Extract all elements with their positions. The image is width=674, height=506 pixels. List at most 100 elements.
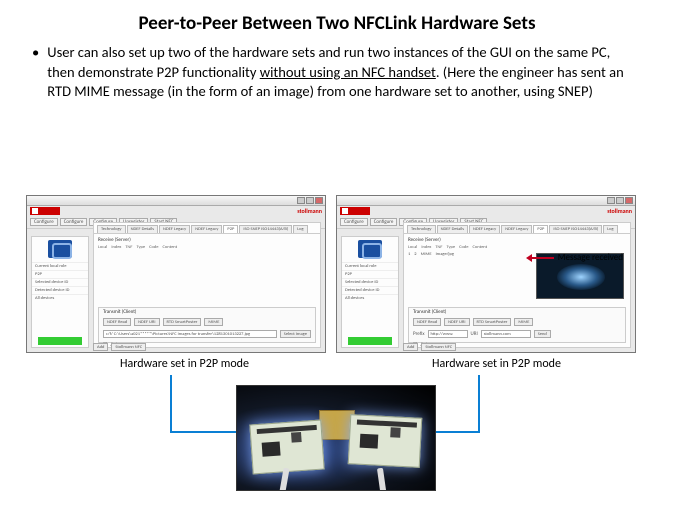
tab-log[interactable]: Log xyxy=(293,225,307,233)
client-button-row: NDEF Read NDEF URI RTD SmartPoster MIME xyxy=(409,316,625,328)
col-tnf: TNF xyxy=(125,245,132,250)
side-label: All devices xyxy=(342,294,398,302)
side-label: P2P xyxy=(32,270,88,278)
nfc-badge-icon xyxy=(358,240,382,258)
receive-headers: Local Index TNF Type Code Content xyxy=(404,244,630,251)
mime-button[interactable]: MIME xyxy=(514,318,533,326)
ti-logo-icon xyxy=(30,207,60,215)
col-content: Content xyxy=(163,245,178,250)
minimize-icon[interactable] xyxy=(607,197,615,204)
tab-ndef-legacy[interactable]: NDEF Legacy xyxy=(159,225,190,233)
client-button-row: NDEF Read NDEF URI RTD SmartPoster MIME xyxy=(99,316,315,328)
app-window-right: stollmann Configure Configure Configure … xyxy=(336,195,636,353)
side-label: All devices xyxy=(32,294,88,302)
app-window-left: stollmann Configure Configure Configure … xyxy=(26,195,326,353)
tab-log[interactable]: Log xyxy=(603,225,617,233)
tab-p2p[interactable]: P2P xyxy=(223,225,238,233)
col-local: Local xyxy=(98,245,107,250)
config-button[interactable]: Configure xyxy=(60,218,88,226)
bullet-dot: • xyxy=(32,43,44,63)
col-content: Content xyxy=(473,245,488,250)
caption-right: Hardware set in P2P mode xyxy=(432,357,561,371)
transmit-label: Transmit (Client) xyxy=(99,308,315,316)
tab-technology[interactable]: Technology xyxy=(407,225,436,233)
tab-ndef-legacy2[interactable]: NDEF Legacy xyxy=(501,225,532,233)
brand-row: stollmann xyxy=(337,206,635,216)
titlebar xyxy=(27,196,325,206)
tab-ndef-details[interactable]: NDEF Details xyxy=(127,225,158,233)
ndef-uri-button[interactable]: NDEF URI xyxy=(134,318,159,326)
slide-title: Peer-to-Peer Between Two NFCLink Hardwar… xyxy=(0,0,674,43)
col-code: Code xyxy=(459,245,468,250)
bullet-paragraph: • User can also set up two of the hardwa… xyxy=(0,43,674,102)
prefix-label: Prefix xyxy=(413,331,425,337)
add-button[interactable]: Add xyxy=(93,343,108,351)
config-button[interactable]: Configure xyxy=(370,218,398,226)
main-panel: Technology NDEF Details NDEF Legacy NDEF… xyxy=(93,222,321,348)
side-label: P2P xyxy=(342,270,398,278)
cell-mime: MIME xyxy=(421,252,432,257)
nfc-badge-icon xyxy=(48,240,72,258)
cell-content: image/jpg xyxy=(436,252,454,257)
rtd-smartposter-button[interactable]: RTD SmartPoster xyxy=(163,318,202,326)
uri-row: Prefix http://www. URI stollmann.com Sen… xyxy=(409,328,625,340)
close-icon[interactable] xyxy=(315,197,323,204)
close-icon[interactable] xyxy=(625,197,633,204)
stollmann-nfc-button[interactable]: Stollmann NFC xyxy=(111,343,146,351)
figure-area: stollmann Configure Configure Configure … xyxy=(0,195,674,506)
transmit-label: Transmit (Client) xyxy=(409,308,625,316)
window-buttons xyxy=(297,197,323,204)
connector-line xyxy=(478,375,480,433)
brand-row: stollmann xyxy=(27,206,325,216)
side-label: Current local role xyxy=(342,262,398,270)
uri-field[interactable]: stollmann.com xyxy=(481,330,531,338)
tab-p2p[interactable]: P2P xyxy=(533,225,548,233)
receive-label: Receive (Server) xyxy=(404,234,630,244)
side-label: Detected device ID xyxy=(32,286,88,294)
receive-label: Receive (Server) xyxy=(94,234,320,244)
caption-left: Hardware set in P2P mode xyxy=(120,357,249,371)
select-image-button[interactable]: Select Image xyxy=(280,330,311,338)
side-label: Current local role xyxy=(32,262,88,270)
ndef-uri-button[interactable]: NDEF URI xyxy=(444,318,469,326)
hardware-photo xyxy=(236,385,436,491)
tab-technology[interactable]: Technology xyxy=(97,225,126,233)
bottom-button-row: Add Stollmann NFC xyxy=(93,343,146,351)
col-code: Code xyxy=(149,245,158,250)
usb-cable-icon xyxy=(377,468,387,491)
ndef-read-button[interactable]: NDEF Read xyxy=(103,318,131,326)
col-index: Index xyxy=(421,245,431,250)
tab-ndef-legacy[interactable]: NDEF Legacy xyxy=(469,225,500,233)
bullet-underlined: without using an NFC handset xyxy=(260,63,436,81)
col-type: Type xyxy=(446,245,455,250)
maximize-icon[interactable] xyxy=(306,197,314,204)
side-panel: Current local role P2P Selected device I… xyxy=(31,236,89,348)
mime-button[interactable]: MIME xyxy=(204,318,223,326)
main-panel: Technology NDEF Details NDEF Legacy NDEF… xyxy=(403,222,631,348)
side-panel: Current local role P2P Selected device I… xyxy=(341,236,399,348)
stollmann-nfc-button[interactable]: Stollmann NFC xyxy=(421,343,456,351)
config-button[interactable]: Configure xyxy=(340,218,368,226)
tab-iso[interactable]: ISO SNEP ISO14443(A/B) xyxy=(549,225,602,233)
transmit-client-box: Transmit (Client) NDEF Read NDEF URI RTD… xyxy=(98,307,316,343)
rtd-smartposter-button[interactable]: RTD SmartPoster xyxy=(473,318,512,326)
ndef-read-button[interactable]: NDEF Read xyxy=(413,318,441,326)
side-label: Selected device ID xyxy=(32,278,88,286)
config-button[interactable]: Configure xyxy=(30,218,58,226)
message-received-label: Message received xyxy=(558,252,623,263)
tab-iso[interactable]: ISO SNEP ISO14443(A/B) xyxy=(239,225,292,233)
add-button[interactable]: Add xyxy=(403,343,418,351)
maximize-icon[interactable] xyxy=(616,197,624,204)
tab-strip: Technology NDEF Details NDEF Legacy NDEF… xyxy=(94,223,320,234)
prefix-field[interactable]: http://www. xyxy=(428,330,468,338)
connector-line xyxy=(170,375,172,433)
message-received-callout: Message received xyxy=(528,252,623,263)
side-label: Selected device ID xyxy=(342,278,398,286)
minimize-icon[interactable] xyxy=(297,197,305,204)
image-path-field[interactable]: c/f/ C:\Users\a021*****\Pictures\NFC ima… xyxy=(103,330,277,338)
tab-ndef-legacy2[interactable]: NDEF Legacy xyxy=(191,225,222,233)
stollmann-logo: stollmann xyxy=(607,207,632,215)
tab-ndef-details[interactable]: NDEF Details xyxy=(437,225,468,233)
send-button[interactable]: Send xyxy=(534,330,551,338)
titlebar xyxy=(337,196,635,206)
